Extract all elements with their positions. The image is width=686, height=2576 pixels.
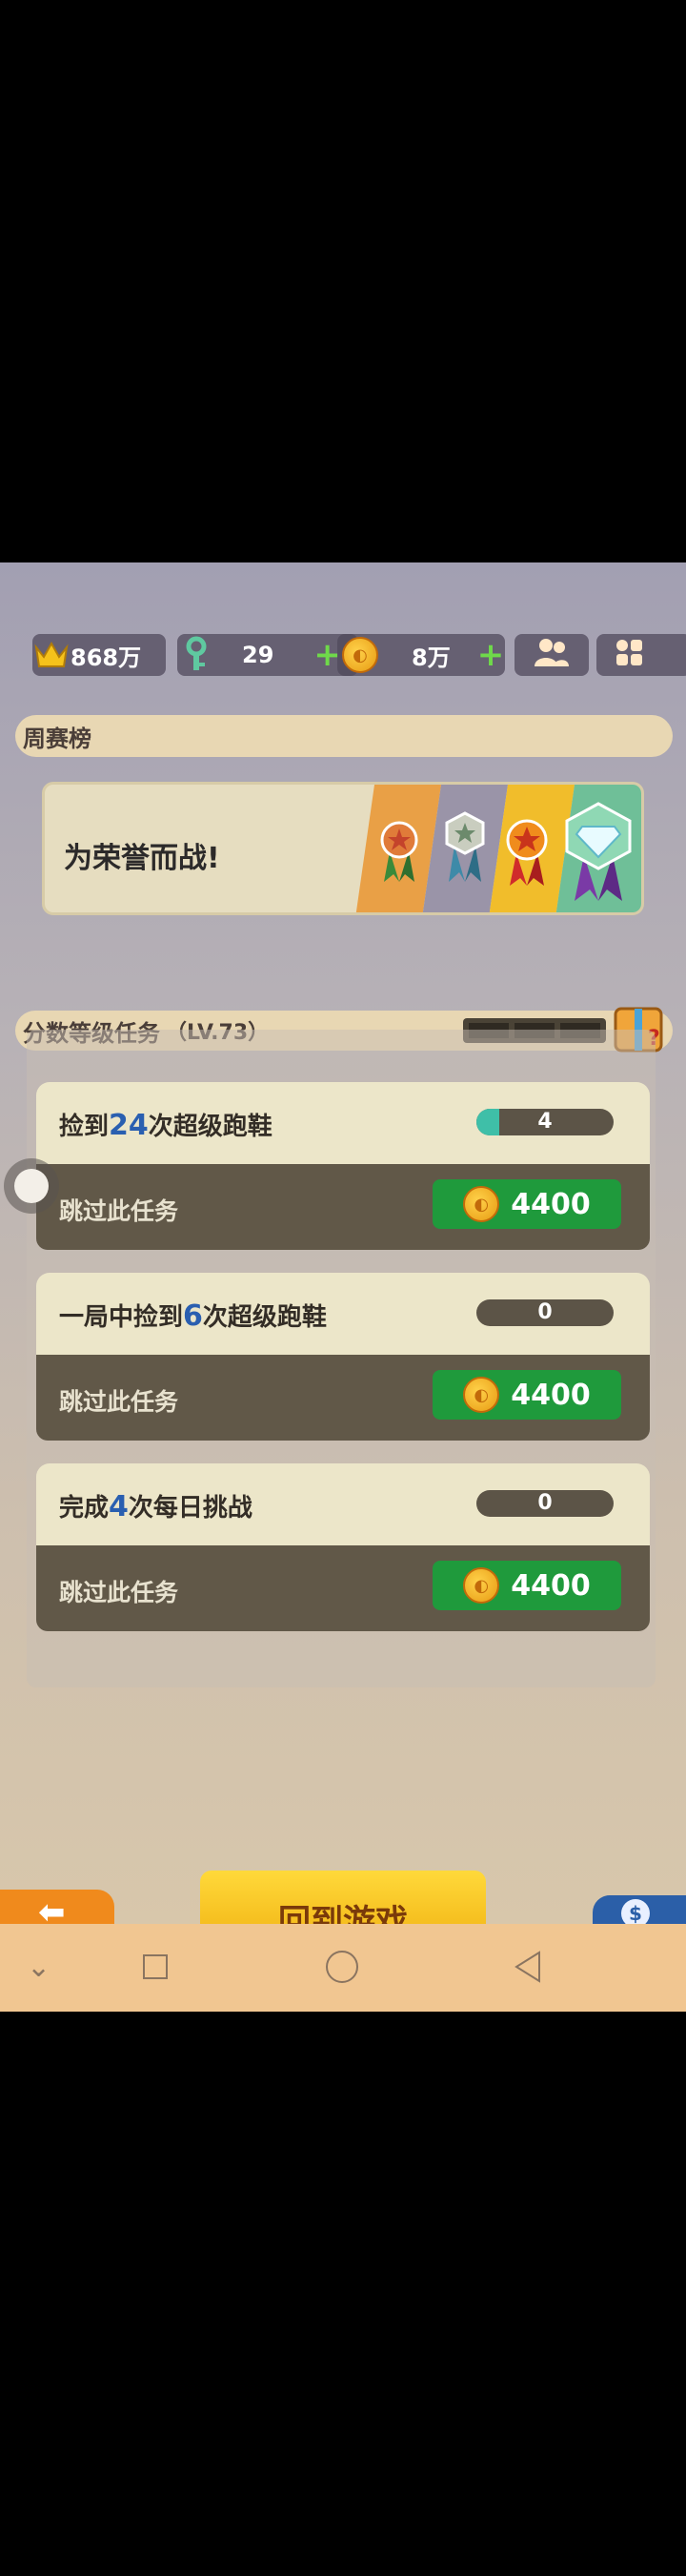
coin-counter: ◐ 8万 + xyxy=(337,634,505,676)
silver-medal-icon xyxy=(443,811,487,889)
floating-assist-button[interactable] xyxy=(4,1158,59,1214)
honor-banner[interactable]: 为荣誉而战! xyxy=(42,782,644,915)
coin-icon: ◐ xyxy=(463,1567,500,1604)
task-description: 一局中捡到6次超级跑鞋 xyxy=(59,1299,327,1333)
skip-task-button[interactable]: ◐ 4400 xyxy=(433,1370,621,1420)
weekly-leaderboard-title: 周赛榜 xyxy=(23,725,91,752)
game-screen: 868万 29 + ◐ 8万 + 周赛榜 为荣誉而战! 捡到24次超级跑鞋 4 … xyxy=(0,562,686,1926)
task-progress-bar: 0 xyxy=(476,1490,614,1517)
coin-icon: ◐ xyxy=(463,1377,500,1413)
grid-icon xyxy=(614,637,644,673)
key-counter: 29 + xyxy=(177,634,358,676)
task-progress-value: 0 xyxy=(537,1300,553,1324)
skip-cost: 4400 xyxy=(511,1378,591,1412)
coin-icon: ◐ xyxy=(341,636,379,674)
task-card: 一局中捡到6次超级跑鞋 0 跳过此任务 ◐ 4400 xyxy=(36,1273,650,1441)
resource-bar: 868万 29 + ◐ 8万 + xyxy=(0,634,686,682)
task-info: 一局中捡到6次超级跑鞋 0 xyxy=(36,1273,650,1359)
skip-cost: 4400 xyxy=(511,1187,591,1221)
skip-task-label: 跳过此任务 xyxy=(59,1197,179,1225)
friends-icon xyxy=(533,636,571,674)
skip-task-button[interactable]: ◐ 4400 xyxy=(433,1561,621,1610)
key-count: 29 xyxy=(242,642,274,668)
crown-count: 868万 xyxy=(71,644,142,671)
skip-task-button[interactable]: ◐ 4400 xyxy=(433,1179,621,1229)
collapse-icon[interactable]: ⌄ xyxy=(27,1951,50,1984)
back-to-game-button[interactable]: 回到游戏 xyxy=(200,1871,486,1926)
coin-count: 8万 xyxy=(412,644,451,671)
back-button[interactable]: ⬅ xyxy=(0,1890,114,1926)
task-card: 完成4次每日挑战 0 跳过此任务 ◐ 4400 xyxy=(36,1463,650,1631)
crown-counter: 868万 xyxy=(32,634,166,676)
weekly-leaderboard-header[interactable]: 周赛榜 xyxy=(15,715,673,757)
task-description: 捡到24次超级跑鞋 xyxy=(59,1109,272,1142)
recents-icon[interactable] xyxy=(143,1954,168,1979)
crown-icon xyxy=(32,636,71,674)
skip-cost: 4400 xyxy=(511,1568,591,1603)
key-icon xyxy=(177,636,215,674)
task-progress-value: 4 xyxy=(537,1110,553,1134)
medal-stripes xyxy=(355,785,641,912)
task-card: 捡到24次超级跑鞋 4 跳过此任务 ◐ 4400 xyxy=(36,1082,650,1250)
task-progress-bar: 4 xyxy=(476,1109,614,1135)
coin-icon: ◐ xyxy=(463,1186,500,1222)
back-arrow-icon: ⬅ xyxy=(38,1893,66,1926)
honor-title: 为荣誉而战! xyxy=(64,842,220,875)
system-navigation-bar: ⌄ xyxy=(0,1924,686,2012)
gold-medal-icon xyxy=(504,819,550,893)
task-info: 完成4次每日挑战 0 xyxy=(36,1463,650,1549)
home-icon[interactable] xyxy=(326,1951,358,1983)
task-description: 完成4次每日挑战 xyxy=(59,1490,252,1523)
dollar-icon: $ xyxy=(621,1899,650,1926)
task-skip-row: 跳过此任务 ◐ 4400 xyxy=(36,1355,650,1441)
back-nav-icon[interactable] xyxy=(513,1951,543,1987)
add-coins-button[interactable]: + xyxy=(477,639,505,671)
task-skip-row: 跳过此任务 ◐ 4400 xyxy=(36,1164,650,1250)
friends-button[interactable] xyxy=(514,634,589,676)
task-progress-bar: 0 xyxy=(476,1299,614,1326)
task-progress-value: 0 xyxy=(537,1491,553,1515)
skip-task-label: 跳过此任务 xyxy=(59,1388,179,1416)
diamond-medal-icon xyxy=(563,802,634,909)
skip-task-label: 跳过此任务 xyxy=(59,1579,179,1606)
bronze-medal-icon xyxy=(378,819,420,889)
back-to-game-label: 回到游戏 xyxy=(278,1903,408,1926)
task-info: 捡到24次超级跑鞋 4 xyxy=(36,1082,650,1168)
task-skip-row: 跳过此任务 ◐ 4400 xyxy=(36,1545,650,1631)
shop-button[interactable]: $ xyxy=(593,1895,686,1926)
menu-button[interactable] xyxy=(596,634,686,676)
